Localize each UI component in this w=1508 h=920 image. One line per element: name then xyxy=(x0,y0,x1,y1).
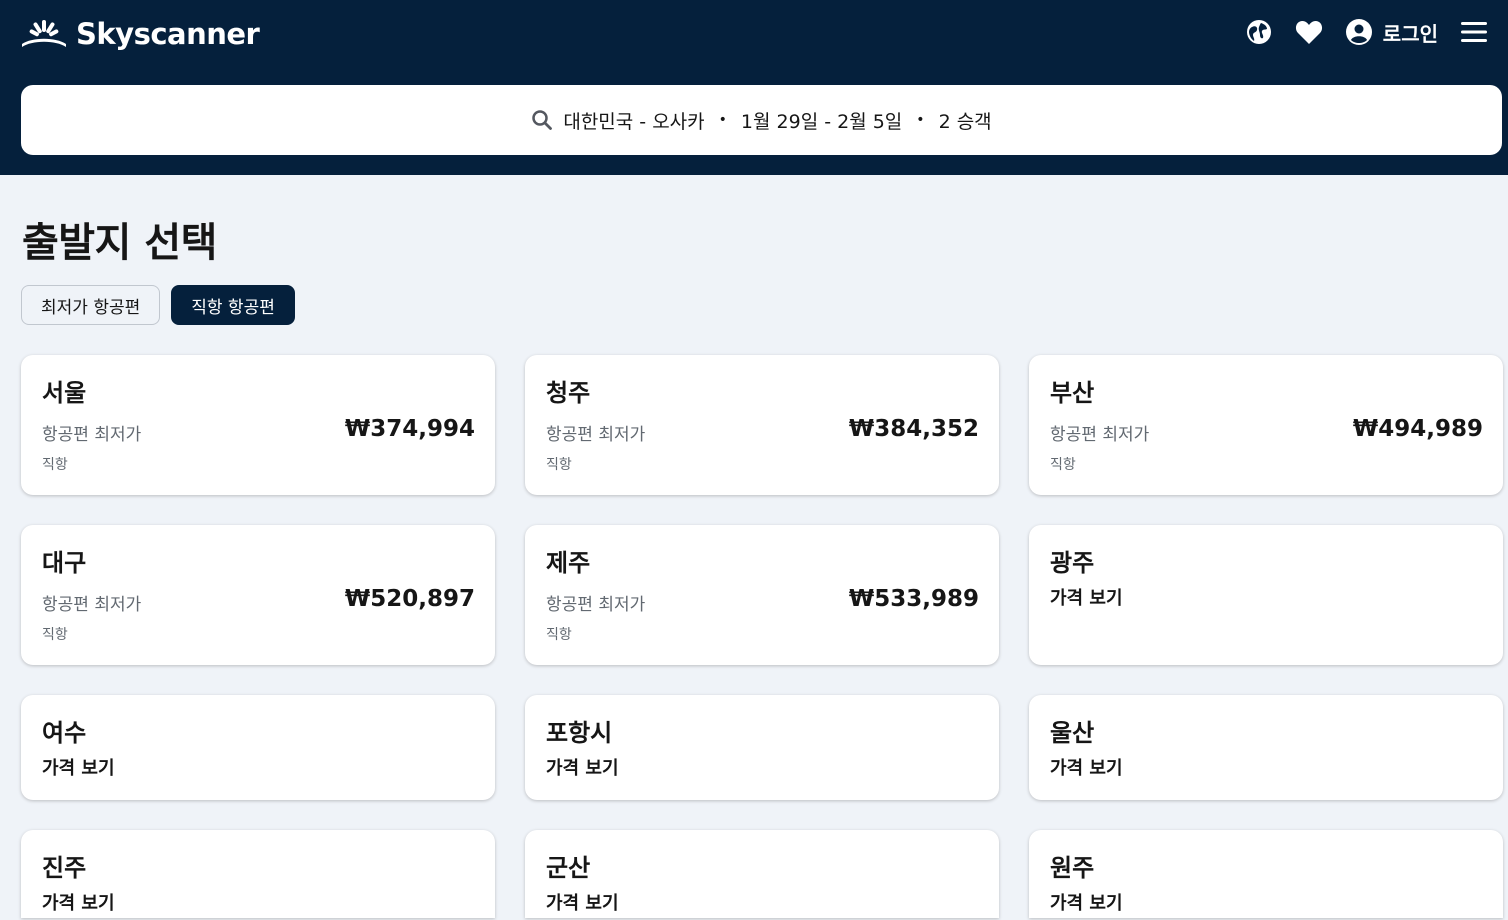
origin-card-cheongju[interactable]: 청주 항공편 최저가 ₩384,352 직항 xyxy=(525,355,999,495)
menu-button[interactable] xyxy=(1460,20,1488,44)
direct-tag: 직항 xyxy=(546,457,572,473)
city-name: 군산 xyxy=(546,854,591,882)
menu-icon xyxy=(1461,22,1487,42)
see-prices-link[interactable]: 가격 보기 xyxy=(1050,584,1123,610)
search-icon xyxy=(532,110,553,130)
page-title: 출발지 선택 xyxy=(22,220,217,266)
direct-tag: 직항 xyxy=(546,627,572,643)
login-label: 로그인 xyxy=(1382,21,1438,46)
cheapest-flight-label: 항공편 최저가 xyxy=(546,595,646,615)
city-name: 포항시 xyxy=(546,719,613,747)
account-icon xyxy=(1345,19,1372,45)
city-name: 진주 xyxy=(42,854,87,882)
origin-card-gunsan[interactable]: 군산 가격 보기 xyxy=(525,830,999,918)
direct-tag: 직항 xyxy=(42,457,68,473)
globe-icon xyxy=(1246,20,1271,44)
origin-card-wonju[interactable]: 원주 가격 보기 xyxy=(1029,830,1503,918)
city-name: 청주 xyxy=(546,379,591,407)
city-name: 부산 xyxy=(1050,379,1095,407)
city-name: 대구 xyxy=(42,549,87,577)
city-name: 울산 xyxy=(1050,719,1095,747)
search-route: 대한민국 - 오사카 xyxy=(563,110,705,133)
see-prices-link[interactable]: 가격 보기 xyxy=(546,889,619,915)
cheapest-flight-label: 항공편 최저가 xyxy=(546,425,646,445)
saved-button[interactable] xyxy=(1295,19,1323,45)
origin-card-pohang[interactable]: 포항시 가격 보기 xyxy=(525,695,999,800)
see-prices-link[interactable]: 가격 보기 xyxy=(42,889,115,915)
origin-card-daegu[interactable]: 대구 항공편 최저가 ₩520,897 직항 xyxy=(21,525,495,665)
search-dates: 1월 29일 - 2월 5일 xyxy=(740,110,903,133)
sunrise-logo-icon xyxy=(22,20,66,47)
origin-card-seoul[interactable]: 서울 항공편 최저가 ₩374,994 직항 xyxy=(21,355,495,495)
city-name: 원주 xyxy=(1050,854,1095,882)
separator-dot: • xyxy=(718,112,727,128)
filter-chips: 최저가 항공편 직항 항공편 xyxy=(21,285,295,325)
see-prices-link[interactable]: 가격 보기 xyxy=(1050,754,1123,780)
origin-card-jinju[interactable]: 진주 가격 보기 xyxy=(21,830,495,918)
login-button[interactable]: 로그인 xyxy=(1345,18,1438,47)
origin-card-gwangju[interactable]: 광주 가격 보기 xyxy=(1029,525,1503,665)
origin-card-busan[interactable]: 부산 항공편 최저가 ₩494,989 직항 xyxy=(1029,355,1503,495)
price: ₩374,994 xyxy=(344,416,475,442)
price: ₩520,897 xyxy=(344,586,475,612)
price: ₩384,352 xyxy=(848,416,979,442)
origin-card-yeosu[interactable]: 여수 가격 보기 xyxy=(21,695,495,800)
header-nav: 로그인 xyxy=(1245,14,1488,50)
price: ₩533,989 xyxy=(848,586,979,612)
region-settings-button[interactable] xyxy=(1245,18,1273,46)
skyscanner-logo[interactable]: Skyscanner xyxy=(20,14,260,54)
separator-dot: • xyxy=(916,112,925,128)
cheapest-flight-label: 항공편 최저가 xyxy=(1050,425,1150,445)
search-summary-bar[interactable]: 대한민국 - 오사카 • 1월 29일 - 2월 5일 • 2 승객 xyxy=(21,85,1502,155)
city-name: 서울 xyxy=(42,379,87,407)
origin-card-jeju[interactable]: 제주 항공편 최저가 ₩533,989 직항 xyxy=(525,525,999,665)
city-name: 제주 xyxy=(546,549,591,577)
brand-name: Skyscanner xyxy=(76,17,260,51)
city-name: 광주 xyxy=(1050,549,1095,577)
cheapest-flight-label: 항공편 최저가 xyxy=(42,425,142,445)
filter-cheapest[interactable]: 최저가 항공편 xyxy=(21,285,161,325)
see-prices-link[interactable]: 가격 보기 xyxy=(42,754,115,780)
origin-card-ulsan[interactable]: 울산 가격 보기 xyxy=(1029,695,1503,800)
heart-icon xyxy=(1295,21,1322,44)
filter-direct[interactable]: 직항 항공편 xyxy=(171,285,295,325)
direct-tag: 직항 xyxy=(1050,457,1076,473)
search-passengers: 2 승객 xyxy=(938,110,992,133)
price: ₩494,989 xyxy=(1352,416,1483,442)
city-name: 여수 xyxy=(42,719,87,747)
top-header: Skyscanner 로그인 대한민국 - 오사카 • 1월 29일 - 2월 … xyxy=(0,0,1508,175)
direct-tag: 직항 xyxy=(42,627,68,643)
see-prices-link[interactable]: 가격 보기 xyxy=(546,754,619,780)
cheapest-flight-label: 항공편 최저가 xyxy=(42,595,142,615)
see-prices-link[interactable]: 가격 보기 xyxy=(1050,889,1123,915)
